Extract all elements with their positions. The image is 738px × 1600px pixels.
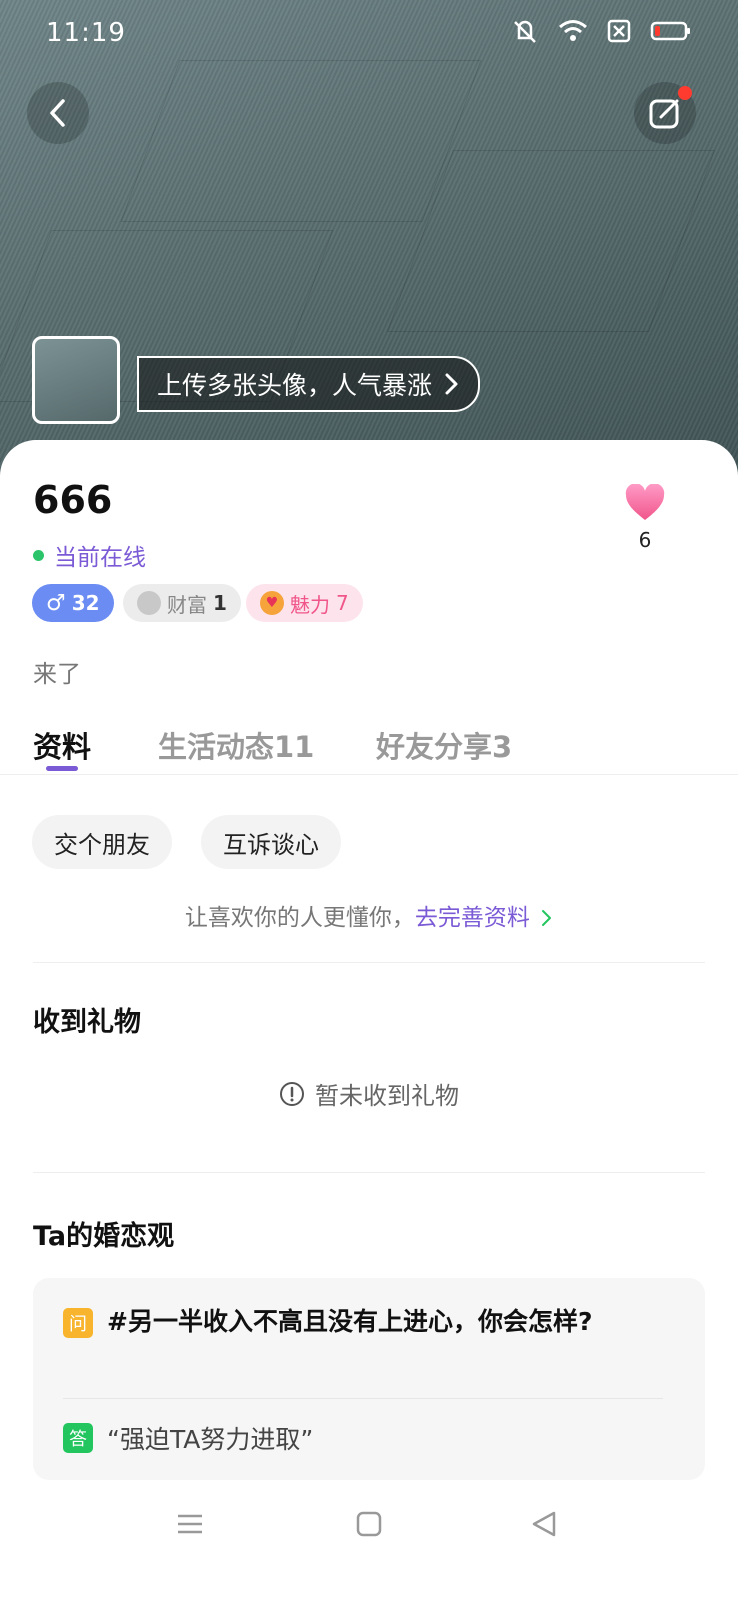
mute-icon (514, 20, 536, 43)
chevron-right-icon (542, 910, 552, 926)
charm-badge[interactable]: ♥ 魅力 7 (246, 584, 363, 622)
answer-text: “强迫TA努力进取” (107, 1425, 314, 1454)
status-bar: 11:19 (0, 0, 738, 66)
avatar-thumbnail[interactable] (32, 336, 120, 424)
tab-profile-info[interactable]: 资料 (33, 724, 91, 766)
gifts-section-title: 收到礼物 (33, 1007, 141, 1038)
charm-heart-icon: ♥ (260, 591, 284, 615)
back-triangle-icon[interactable] (530, 1510, 558, 1538)
charm-value: 7 (336, 591, 349, 615)
heart-icon (625, 483, 665, 520)
status-icons (510, 18, 692, 44)
answer-tag: 答 (63, 1423, 93, 1453)
edit-profile-button[interactable] (634, 82, 696, 144)
notification-dot (678, 86, 692, 100)
like-button[interactable]: 6 (620, 483, 670, 552)
chevron-left-icon (50, 99, 65, 127)
question-row: 问 #另一半收入不高且没有上进心，你会怎样? (63, 1307, 663, 1340)
online-status-text: 当前在线 (54, 545, 146, 571)
tab-life-moments[interactable]: 生活动态11 (158, 724, 314, 766)
marriage-view-title: Ta的婚恋观 (33, 1221, 175, 1252)
interest-tag: 互诉谈心 (201, 815, 341, 869)
system-nav-bar (0, 1490, 738, 1600)
battery-low-icon (650, 21, 690, 41)
menu-icon[interactable] (176, 1510, 204, 1538)
edit-icon (649, 99, 679, 129)
wifi-icon (559, 20, 587, 41)
question-text: #另一半收入不高且没有上进心，你会怎样? (107, 1307, 593, 1336)
profile-signature: 来了 (33, 660, 81, 688)
active-tab-indicator (46, 766, 78, 771)
chevron-right-icon (445, 373, 458, 395)
qa-divider (63, 1398, 663, 1399)
question-tag: 问 (63, 1308, 93, 1338)
wealth-value: 1 (213, 591, 227, 615)
wealth-icon (137, 591, 161, 615)
online-dot (33, 549, 44, 561)
interest-tag: 交个朋友 (32, 815, 172, 869)
no-sim-icon (607, 19, 631, 43)
charm-label: 魅力 (290, 592, 330, 617)
gender-age-badge: ♂ 32 (32, 584, 114, 622)
age-value: 32 (71, 591, 100, 615)
tab-friend-shares[interactable]: 好友分享3 (376, 724, 512, 766)
back-button[interactable] (27, 82, 89, 144)
male-icon: ♂ (46, 590, 66, 616)
profile-tabs: 资料 生活动态11 好友分享3 (0, 720, 738, 775)
section-divider (33, 962, 705, 963)
like-count: 6 (638, 528, 652, 552)
answer-row: 答 “强迫TA努力进取” (63, 1420, 313, 1456)
section-divider (33, 1172, 705, 1173)
wealth-label: 财富 (167, 592, 207, 617)
upload-avatars-banner[interactable]: 上传多张头像，人气暴涨 (137, 356, 481, 412)
marriage-view-card[interactable]: 问 #另一半收入不高且没有上进心，你会怎样? 答 “强迫TA努力进取” (33, 1278, 705, 1480)
profile-name: 666 (33, 478, 113, 522)
home-square-icon[interactable] (355, 1510, 383, 1538)
status-time: 11:19 (46, 18, 126, 48)
gifts-empty-text: 暂未收到礼物 (315, 1082, 459, 1110)
prompt-text: 让喜欢你的人更懂你， (184, 905, 415, 931)
complete-profile-link[interactable]: 去完善资料 (415, 905, 530, 931)
floor-tile (120, 60, 482, 222)
info-icon (280, 1081, 304, 1106)
wealth-badge[interactable]: 财富 1 (123, 584, 241, 622)
complete-profile-prompt: 让喜欢你的人更懂你，去完善资料 (0, 898, 738, 932)
gifts-empty-state: 暂未收到礼物 (0, 1076, 738, 1111)
upload-hint-text: 上传多张头像，人气暴涨 (157, 371, 433, 400)
online-status: 当前在线 (33, 538, 146, 572)
profile-cover-photo[interactable] (0, 0, 738, 500)
